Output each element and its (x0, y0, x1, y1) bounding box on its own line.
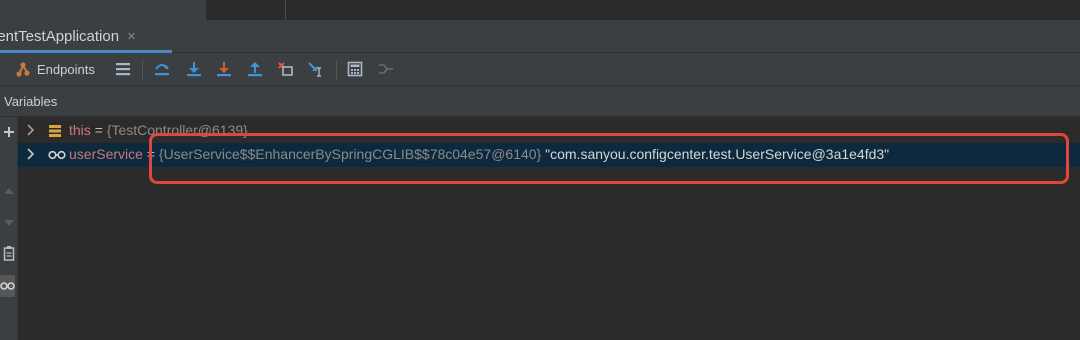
variables-side-toolbar (0, 117, 18, 340)
drop-frame-icon (278, 62, 293, 76)
arrow-up-icon (3, 188, 14, 194)
step-out-button[interactable] (244, 53, 266, 85)
watch-glasses-icon (48, 150, 66, 160)
show-execution-point-icon (116, 63, 130, 76)
copy-button[interactable] (0, 245, 17, 261)
drop-frame-button[interactable] (275, 53, 297, 85)
force-step-into-icon (217, 62, 231, 77)
step-over-button[interactable] (151, 53, 173, 85)
top-strip (0, 0, 1080, 20)
toolbar-separator (336, 60, 337, 80)
close-icon[interactable]: × (127, 28, 136, 45)
variable-name: userService (69, 146, 143, 162)
chevron-right-icon[interactable] (26, 124, 36, 136)
annotation-highlight-box (149, 133, 1069, 184)
move-up-button[interactable] (0, 187, 17, 195)
debugger-toolbar: Endpoints (0, 53, 1080, 86)
step-into-icon (187, 62, 201, 77)
toolbar-separator (142, 60, 143, 80)
run-to-cursor-button[interactable] (305, 53, 327, 85)
endpoints-icon (16, 62, 30, 77)
force-step-into-button[interactable] (213, 53, 235, 85)
variables-header: Variables (0, 86, 1080, 117)
step-out-icon (248, 62, 262, 77)
debug-tab-bar: ientTestApplication × (0, 20, 1080, 53)
variable-name: this (69, 122, 91, 138)
evaluate-expression-button[interactable] (344, 53, 366, 85)
layout-button[interactable] (112, 53, 134, 85)
tab-run-configuration[interactable]: ientTestApplication × (0, 20, 172, 53)
clipboard-icon (3, 246, 14, 261)
endpoints-button[interactable]: Endpoints (14, 53, 95, 85)
step-over-icon (155, 64, 169, 76)
step-into-button[interactable] (183, 53, 205, 85)
move-down-button[interactable] (0, 219, 17, 227)
plus-icon (3, 127, 14, 137)
editor-area-edge (206, 0, 1080, 20)
tab-label: ientTestApplication (0, 27, 120, 45)
glasses-icon (0, 282, 15, 290)
arrow-down-icon (3, 220, 14, 226)
add-watch-button[interactable] (0, 126, 17, 138)
watches-toggle-button[interactable] (0, 275, 15, 297)
chevron-right-icon[interactable] (26, 148, 36, 160)
divider (285, 0, 286, 20)
trace-current-stream-icon (379, 64, 393, 74)
trace-stream-button[interactable] (375, 53, 397, 85)
run-to-cursor-icon (308, 62, 321, 77)
endpoints-label: Endpoints (37, 61, 95, 77)
evaluate-expression-icon (347, 61, 363, 77)
equals-sign: = (94, 122, 103, 138)
field-icon (49, 125, 61, 137)
variables-title: Variables (4, 94, 58, 109)
